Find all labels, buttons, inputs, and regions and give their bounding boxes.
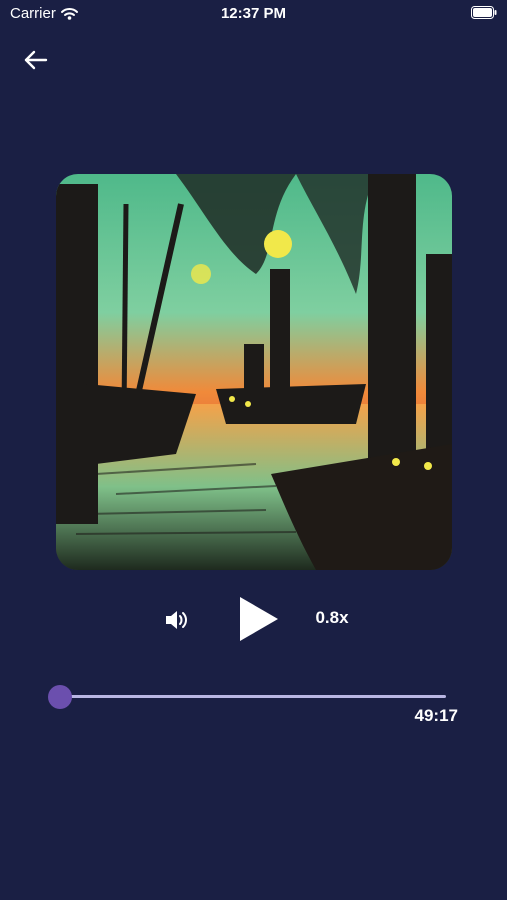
- battery-icon: [471, 6, 497, 19]
- arrow-left-icon[interactable]: [22, 46, 50, 74]
- progress-track[interactable]: [60, 695, 446, 698]
- status-time: 12:37 PM: [220, 5, 287, 22]
- episode-artwork: [56, 174, 452, 570]
- playback-speed-button[interactable]: 0.8x: [306, 608, 358, 630]
- play-icon[interactable]: [236, 594, 280, 644]
- volume-icon[interactable]: [162, 606, 190, 634]
- duration-label: 49:17: [414, 706, 458, 725]
- progress-thumb[interactable]: [48, 685, 72, 709]
- status-bar: Carrier 12:37 PM: [0, 0, 507, 28]
